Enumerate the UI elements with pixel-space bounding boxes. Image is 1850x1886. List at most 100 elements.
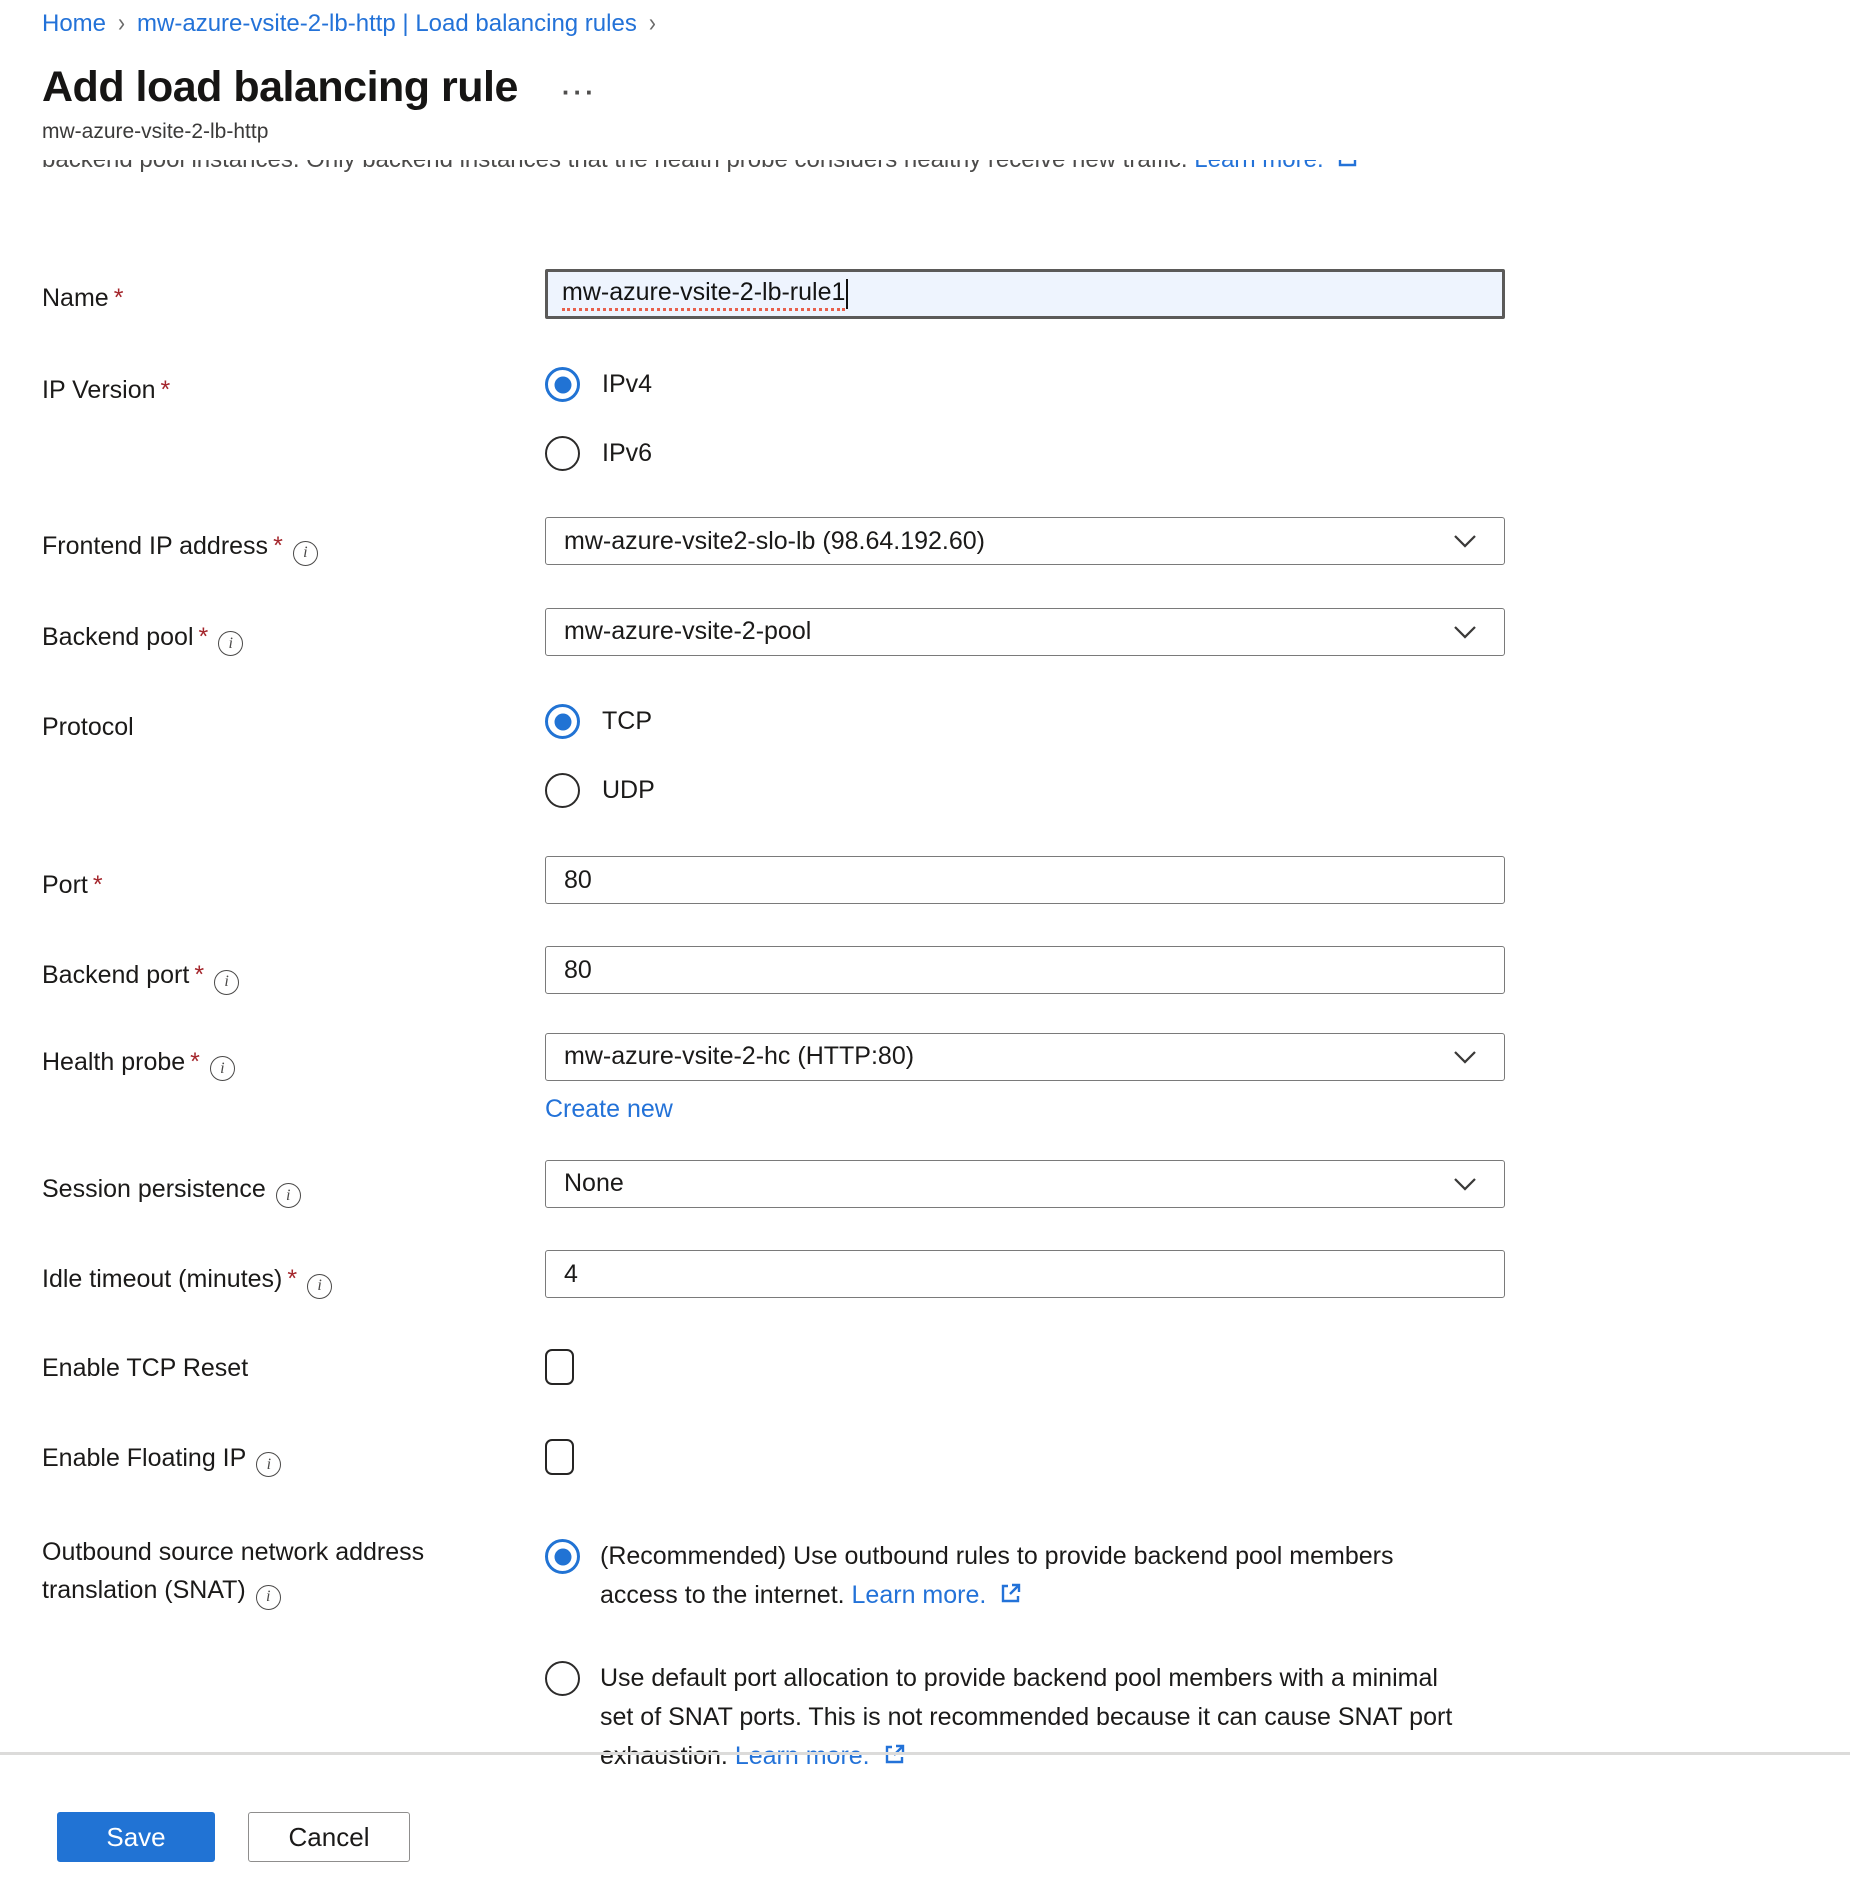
backend-port-input[interactable]: 80 xyxy=(545,946,1505,994)
floating-ip-checkbox[interactable] xyxy=(545,1439,574,1475)
radio-selected-icon xyxy=(545,367,580,402)
breadcrumb: Home › mw-azure-vsite-2-lb-http | Load b… xyxy=(0,0,1850,38)
floating-ip-label: Enable Floating IPi xyxy=(42,1439,545,1478)
idle-timeout-input[interactable]: 4 xyxy=(545,1250,1505,1298)
health-probe-dropdown[interactable]: mw-azure-vsite-2-hc (HTTP:80) xyxy=(545,1033,1505,1081)
snat-label: Outbound source network address translat… xyxy=(42,1533,545,1776)
ip-version-row: IP Version* IPv4 IPv6 xyxy=(42,361,1505,471)
port-input[interactable]: 80 xyxy=(545,856,1505,904)
idle-timeout-input-value: 4 xyxy=(564,1260,578,1289)
required-marker: * xyxy=(93,871,103,899)
footer-divider xyxy=(0,1752,1850,1755)
chevron-down-icon xyxy=(1450,526,1480,556)
info-icon[interactable]: i xyxy=(256,1585,281,1610)
health-probe-label: Health probe*i xyxy=(42,1033,545,1124)
backend-port-row: Backend port*i 80 xyxy=(42,946,1505,995)
info-icon[interactable]: i xyxy=(214,970,239,995)
backend-pool-dropdown[interactable]: mw-azure-vsite-2-pool xyxy=(545,608,1505,656)
learn-more-link[interactable]: Learn more. xyxy=(1194,160,1323,173)
port-row: Port* 80 xyxy=(42,856,1505,904)
protocol-label: Protocol xyxy=(42,698,545,808)
required-marker: * xyxy=(273,532,283,560)
radio-selected-icon xyxy=(545,704,580,739)
udp-radio[interactable]: UDP xyxy=(545,773,1505,808)
ip-version-label: IP Version* xyxy=(42,361,545,471)
info-icon[interactable]: i xyxy=(218,631,243,656)
name-input[interactable]: mw-azure-vsite-2-lb-rule1 xyxy=(545,269,1505,319)
protocol-row: Protocol TCP UDP xyxy=(42,698,1505,808)
clipped-description-text: backend pool instances. Only backend ins… xyxy=(42,160,1194,173)
backend-pool-value: mw-azure-vsite-2-pool xyxy=(564,617,811,646)
info-icon[interactable]: i xyxy=(293,541,318,566)
snat-outbound-rules-radio[interactable]: (Recommended) Use outbound rules to prov… xyxy=(545,1537,1505,1615)
radio-selected-icon xyxy=(545,1539,580,1574)
health-probe-value: mw-azure-vsite-2-hc (HTTP:80) xyxy=(564,1042,914,1071)
floating-ip-row: Enable Floating IPi xyxy=(42,1439,1505,1478)
name-input-value: mw-azure-vsite-2-lb-rule1 xyxy=(562,278,845,311)
learn-more-link[interactable]: Learn more. xyxy=(735,1742,870,1770)
page-subtitle: mw-azure-vsite-2-lb-http xyxy=(42,120,1850,144)
port-input-value: 80 xyxy=(564,866,592,895)
breadcrumb-separator-icon: › xyxy=(118,9,125,39)
ipv4-radio-label: IPv4 xyxy=(602,370,652,399)
info-icon[interactable]: i xyxy=(210,1056,235,1081)
required-marker: * xyxy=(199,623,209,651)
session-persistence-value: None xyxy=(564,1169,624,1198)
required-marker: * xyxy=(161,376,171,404)
name-label: Name* xyxy=(42,269,545,319)
required-marker: * xyxy=(114,284,124,312)
chevron-down-icon xyxy=(1450,1042,1480,1072)
name-row: Name* mw-azure-vsite-2-lb-rule1 xyxy=(42,269,1505,319)
health-probe-row: Health probe*i mw-azure-vsite-2-hc (HTTP… xyxy=(42,1033,1505,1124)
tcp-radio[interactable]: TCP xyxy=(545,704,1505,739)
overflow-menu-icon[interactable]: ··· xyxy=(562,67,597,108)
frontend-ip-dropdown[interactable]: mw-azure-vsite2-slo-lb (98.64.192.60) xyxy=(545,517,1505,565)
page-title: Add load balancing rule xyxy=(42,63,518,112)
frontend-ip-row: Frontend IP address*i mw-azure-vsite2-sl… xyxy=(42,517,1505,566)
snat-row: Outbound source network address translat… xyxy=(42,1533,1505,1776)
info-icon[interactable]: i xyxy=(276,1183,301,1208)
text-cursor xyxy=(846,279,848,309)
ipv4-radio[interactable]: IPv4 xyxy=(545,367,1505,402)
snat-outbound-rules-text: (Recommended) Use outbound rules to prov… xyxy=(600,1542,1393,1609)
ipv6-radio[interactable]: IPv6 xyxy=(545,436,1505,471)
port-label: Port* xyxy=(42,856,545,904)
breadcrumb-lb-rules-link[interactable]: mw-azure-vsite-2-lb-http | Load balancin… xyxy=(137,10,637,38)
radio-unselected-icon xyxy=(545,1661,580,1696)
required-marker: * xyxy=(190,1048,200,1076)
ipv6-radio-label: IPv6 xyxy=(602,439,652,468)
required-marker: * xyxy=(194,961,204,989)
cancel-button[interactable]: Cancel xyxy=(248,1812,410,1862)
clipped-description: backend pool instances. Only backend ins… xyxy=(42,160,1850,177)
tcp-reset-label: Enable TCP Reset xyxy=(42,1349,545,1387)
tcp-reset-checkbox[interactable] xyxy=(545,1349,574,1385)
session-persistence-dropdown[interactable]: None xyxy=(545,1160,1505,1208)
idle-timeout-row: Idle timeout (minutes)*i 4 xyxy=(42,1250,1505,1299)
breadcrumb-home-link[interactable]: Home xyxy=(42,10,106,38)
session-persistence-row: Session persistencei None xyxy=(42,1160,1505,1209)
session-persistence-label: Session persistencei xyxy=(42,1160,545,1209)
tcp-reset-row: Enable TCP Reset xyxy=(42,1349,1505,1387)
radio-unselected-icon xyxy=(545,773,580,808)
radio-unselected-icon xyxy=(545,436,580,471)
frontend-ip-label: Frontend IP address*i xyxy=(42,517,545,566)
add-lb-rule-form: Name* mw-azure-vsite-2-lb-rule1 IP Versi… xyxy=(42,269,1505,1776)
breadcrumb-separator-icon: › xyxy=(649,9,656,39)
external-link-icon xyxy=(1336,160,1360,169)
backend-pool-row: Backend pool*i mw-azure-vsite-2-pool xyxy=(42,608,1505,657)
udp-radio-label: UDP xyxy=(602,776,655,805)
create-new-link[interactable]: Create new xyxy=(545,1095,673,1124)
required-marker: * xyxy=(287,1265,297,1293)
learn-more-link[interactable]: Learn more. xyxy=(852,1581,987,1609)
idle-timeout-label: Idle timeout (minutes)*i xyxy=(42,1250,545,1299)
snat-default-port-radio[interactable]: Use default port allocation to provide b… xyxy=(545,1659,1505,1776)
info-icon[interactable]: i xyxy=(307,1274,332,1299)
save-button[interactable]: Save xyxy=(57,1812,215,1862)
external-link-icon xyxy=(999,1581,1023,1605)
chevron-down-icon xyxy=(1450,1169,1480,1199)
backend-pool-label: Backend pool*i xyxy=(42,608,545,657)
backend-port-label: Backend port*i xyxy=(42,946,545,995)
info-icon[interactable]: i xyxy=(256,1452,281,1477)
footer-actions: Save Cancel xyxy=(57,1812,410,1862)
chevron-down-icon xyxy=(1450,617,1480,647)
